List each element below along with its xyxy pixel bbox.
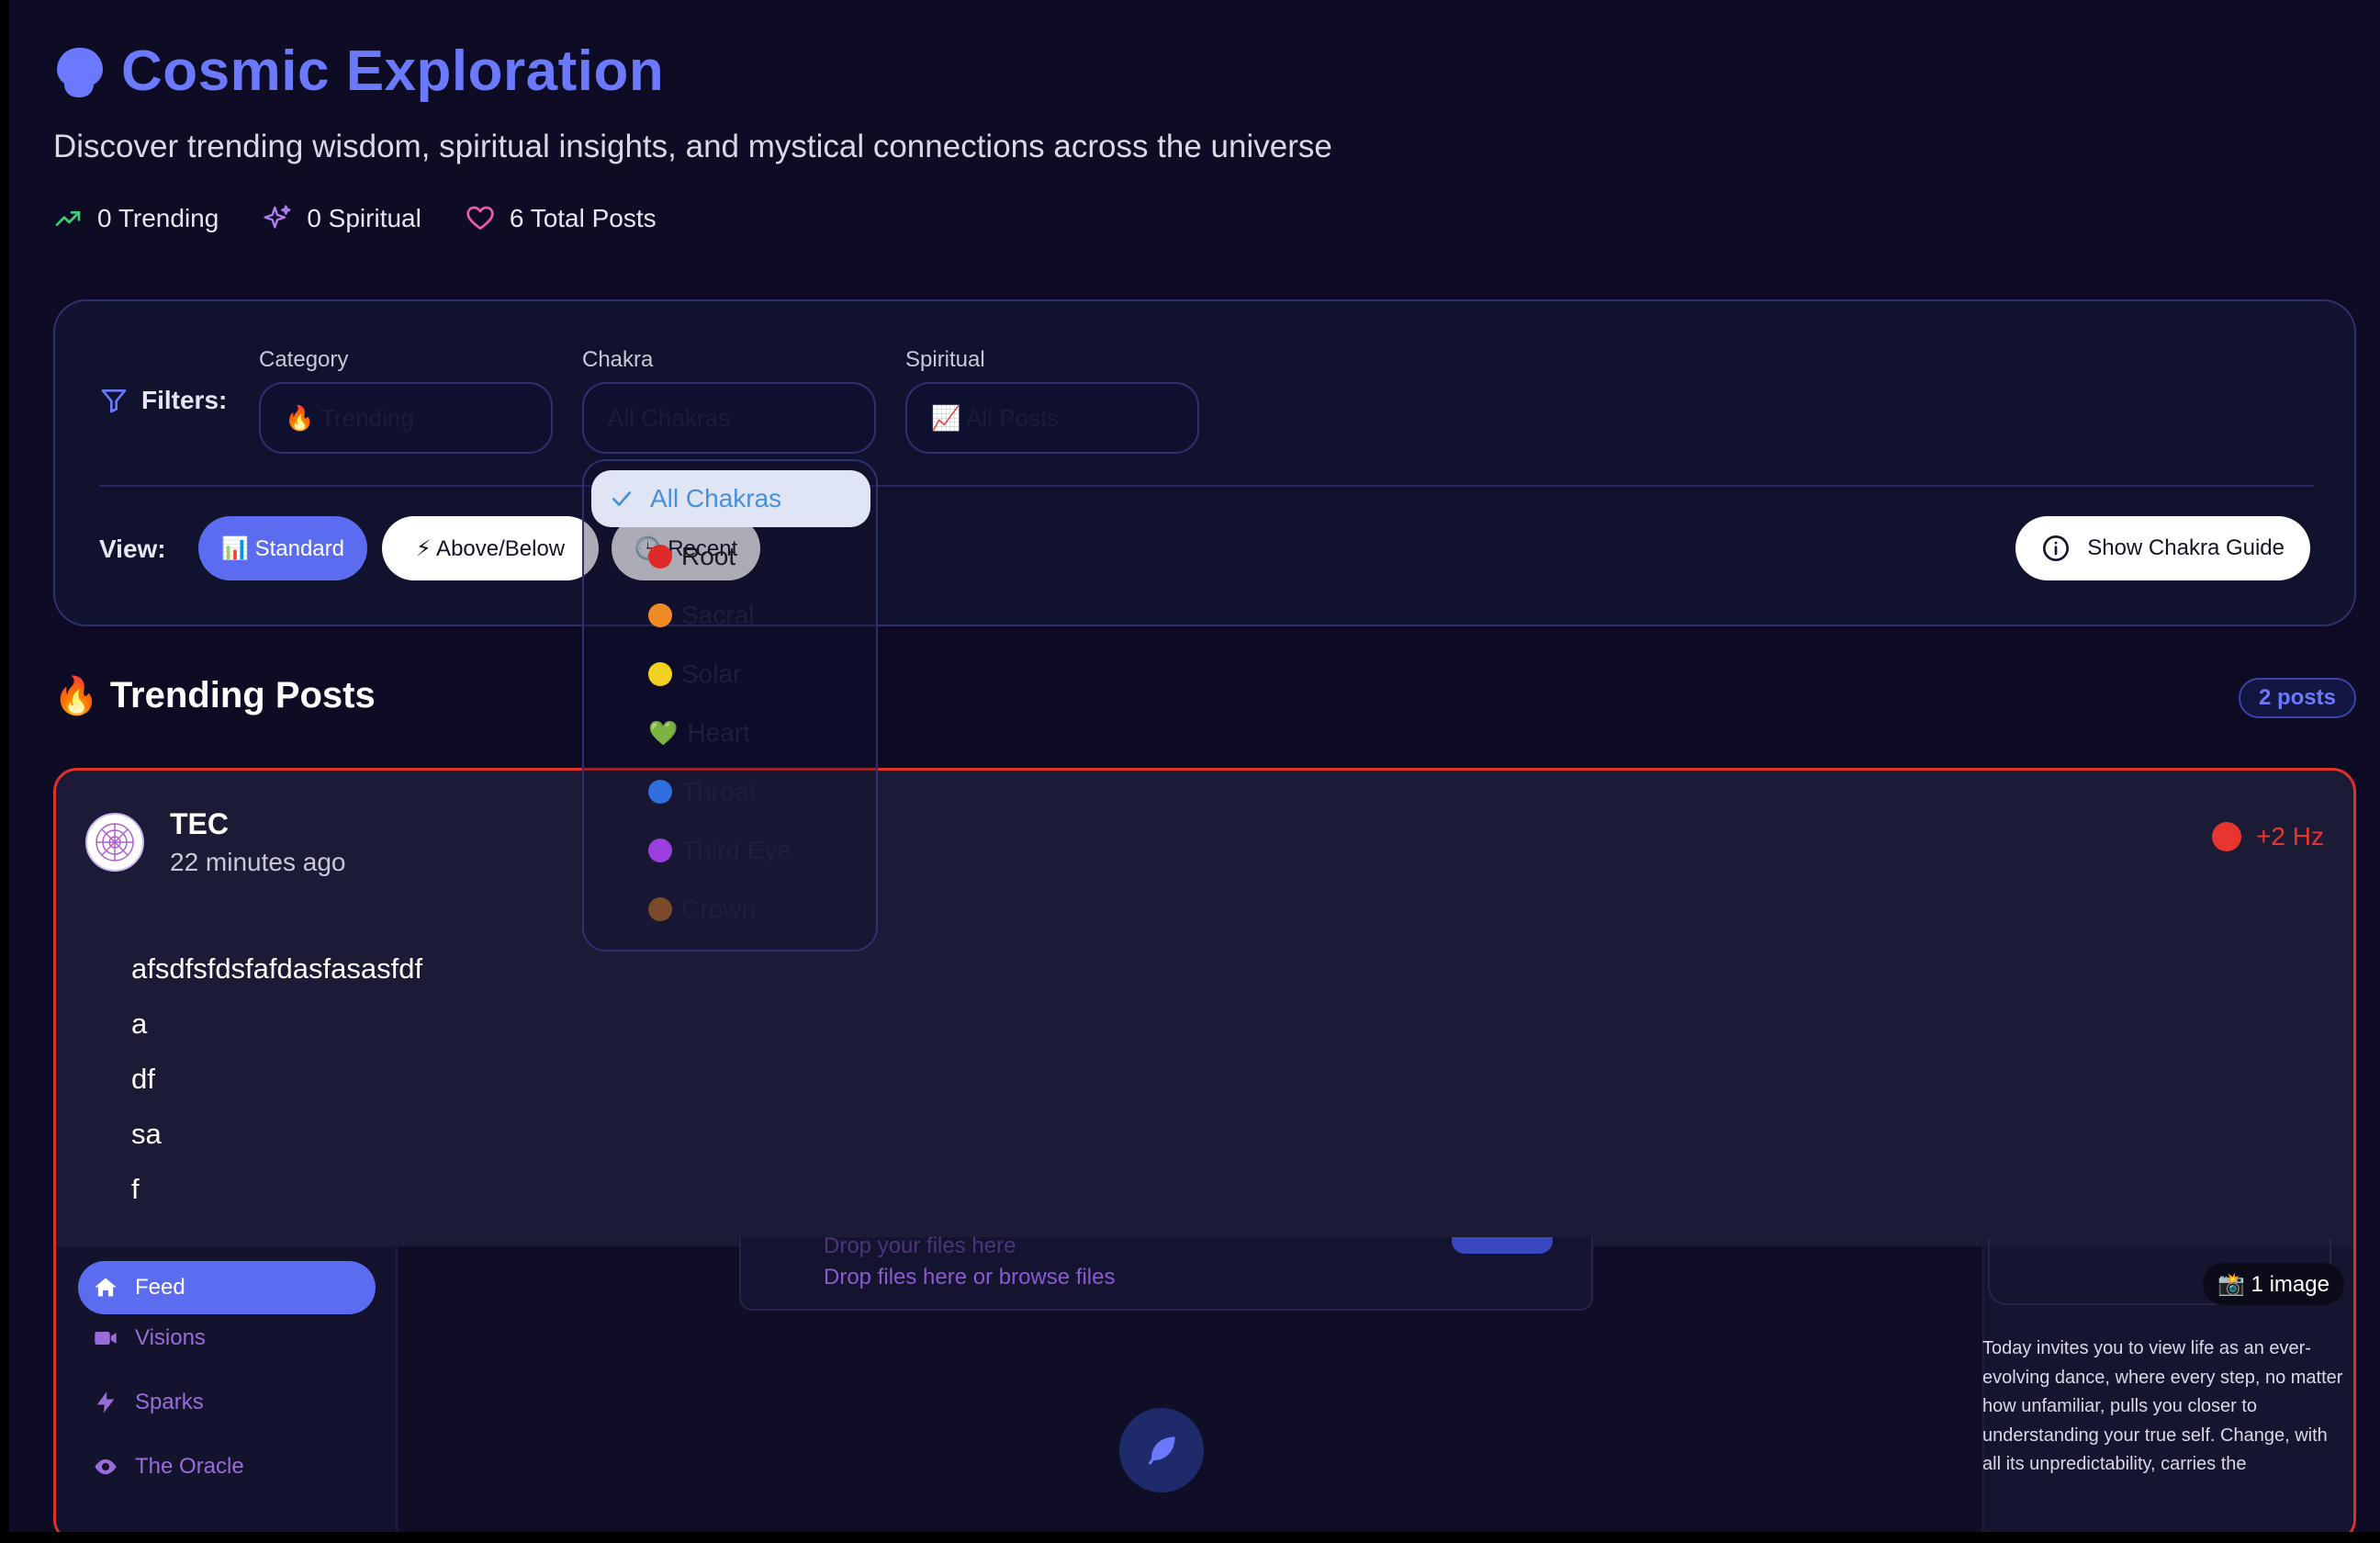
fire-icon: 🔥 <box>53 676 99 716</box>
chakra-option-label: Crown <box>681 895 756 923</box>
root-chakra-dot-icon <box>2212 822 2242 851</box>
sparkles-icon <box>264 205 291 229</box>
spiritual-select[interactable]: 📈 All Posts <box>905 382 1199 454</box>
video-icon <box>95 1332 117 1345</box>
orange-circle-icon <box>648 603 672 627</box>
view-label: View: <box>99 535 166 563</box>
green-heart-icon: 💚 <box>648 718 679 747</box>
post-line: sa <box>131 1118 162 1150</box>
lightning-icon <box>96 1391 115 1413</box>
chakra-option-crown[interactable]: Crown <box>648 895 756 924</box>
purple-circle-icon <box>648 839 672 862</box>
stat-trending: 0 Trending <box>53 204 219 233</box>
post-timestamp: 22 minutes ago <box>170 848 346 876</box>
filter-icon <box>101 389 127 413</box>
blue-circle-icon <box>648 780 672 804</box>
oracle-message: Today invites you to view life as an eve… <box>1982 1338 2343 1474</box>
red-circle-icon <box>648 545 672 569</box>
stat-total: 6 Total Posts <box>466 204 657 233</box>
chakra-dropdown-menu: All Chakras Root Sacral Solar 💚 Heart Th… <box>582 459 878 952</box>
chakra-label: Chakra <box>582 347 654 372</box>
category-select[interactable]: 🔥 Trending <box>259 382 553 454</box>
page-title: Cosmic Exploration <box>121 39 665 103</box>
spiritual-label: Spiritual <box>905 347 985 372</box>
posts-count-badge: 2 posts <box>2238 678 2356 718</box>
trending-section-title: 🔥 Trending Posts <box>53 674 376 717</box>
filters-heading: Filters: <box>99 386 227 415</box>
trending-section-label: Trending Posts <box>109 675 376 715</box>
home-icon <box>95 1278 117 1297</box>
eye-icon <box>95 1459 117 1475</box>
sidebar-item-label: The Oracle <box>135 1454 244 1479</box>
sidebar-item-sparks: Sparks <box>93 1390 204 1415</box>
chakra-option-sacral[interactable]: Sacral <box>648 601 754 630</box>
hz-badge: +2 Hz <box>2212 822 2324 851</box>
post-image-embed[interactable]: Feed Visions Sparks The Oracle Drop your… <box>56 1233 2353 1540</box>
info-icon <box>2043 535 2070 561</box>
stats-bar: 0 Trending 0 Spiritual 6 Total Posts <box>53 204 657 233</box>
sidebar-item-label: Visions <box>135 1325 206 1350</box>
yellow-circle-icon <box>648 662 672 686</box>
chakra-option-label: Root <box>681 542 736 570</box>
sidebar-item-label: Feed <box>135 1275 185 1300</box>
chakra-option-third-eye[interactable]: Third Eye <box>648 836 791 865</box>
page-title-row: Cosmic Exploration <box>53 39 664 104</box>
post-card[interactable]: TEC 22 minutes ago +2 Hz afsdfsfdsfafdas… <box>53 768 2356 1543</box>
stat-spiritual-label: 0 Spiritual <box>307 204 421 232</box>
chakra-select[interactable]: All Chakras <box>582 382 876 454</box>
view-standard-button[interactable]: 📊 Standard <box>198 516 367 580</box>
show-chakra-guide-button[interactable]: Show Chakra Guide <box>2015 516 2310 580</box>
feather-icon <box>1148 1436 1175 1465</box>
chakra-option-label: Throat <box>681 777 756 805</box>
drop-zone-hint: Drop files here or browse files <box>824 1265 1116 1290</box>
post-line: afsdfsfdsfafdasfasasfdf <box>131 952 423 985</box>
chakra-option-throat[interactable]: Throat <box>648 777 756 806</box>
chakra-option-label: Sacral <box>681 601 755 629</box>
stat-trending-label: 0 Trending <box>97 204 219 232</box>
image-count-chip: 📸 1 image <box>2203 1263 2344 1305</box>
filters-divider <box>99 485 2314 487</box>
chakra-option-all[interactable]: All Chakras <box>591 470 870 527</box>
chakra-option-label: All Chakras <box>650 484 782 512</box>
head-silhouette-icon <box>53 46 105 97</box>
window-edge <box>0 0 9 1543</box>
browse-button <box>1452 1237 1553 1254</box>
post-line: a <box>131 1008 148 1040</box>
window-edge-bottom <box>0 1532 2380 1543</box>
category-label: Category <box>259 347 349 372</box>
trending-up-icon <box>55 211 81 226</box>
stat-total-label: 6 Total Posts <box>509 204 657 232</box>
view-above-below-button[interactable]: ⚡ Above/Below <box>382 516 599 580</box>
drop-zone-title: Drop your files here <box>824 1233 1016 1258</box>
sidebar-item-label: Sparks <box>135 1390 204 1414</box>
sidebar-item-visions: Visions <box>93 1325 206 1351</box>
post-content: afsdfsfdsfafdasfasasfdf a df sa f <box>131 941 422 1217</box>
chakra-option-label: Solar <box>681 659 742 688</box>
sidebar-item-feed: Feed <box>78 1261 376 1314</box>
chakra-option-root[interactable]: Root <box>648 542 735 571</box>
sidebar-item-oracle: The Oracle <box>93 1454 244 1480</box>
avatar[interactable] <box>85 813 144 872</box>
page-subtitle: Discover trending wisdom, spiritual insi… <box>53 129 1332 164</box>
chakra-option-label: Heart <box>687 718 750 747</box>
hz-value: +2 Hz <box>2256 822 2324 850</box>
filters-label: Filters: <box>141 386 228 414</box>
post-author[interactable]: TEC <box>170 807 229 841</box>
chakra-option-heart[interactable]: 💚 Heart <box>648 718 750 748</box>
heart-icon <box>466 206 494 230</box>
show-chakra-guide-label: Show Chakra Guide <box>2087 535 2285 560</box>
stat-spiritual: 0 Spiritual <box>263 204 421 233</box>
feather-icon-badge <box>1119 1408 1204 1492</box>
post-line: f <box>131 1173 140 1205</box>
post-line: df <box>131 1063 155 1095</box>
brown-circle-icon <box>648 897 672 921</box>
filters-panel: Filters: Category 🔥 Trending Chakra All … <box>53 299 2356 626</box>
check-icon <box>612 491 632 506</box>
chakra-option-label: Third Eye <box>681 836 791 864</box>
mandala-icon <box>95 823 134 862</box>
chakra-option-solar[interactable]: Solar <box>648 659 741 689</box>
